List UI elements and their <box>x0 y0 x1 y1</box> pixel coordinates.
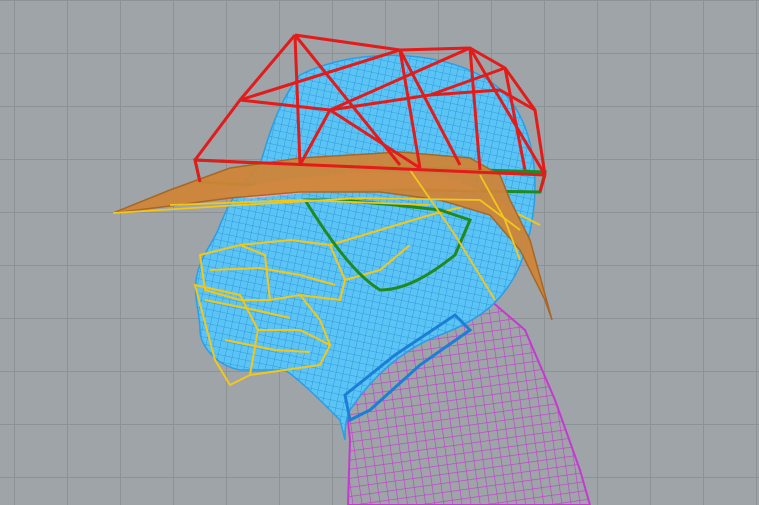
3d-viewport[interactable] <box>0 0 759 505</box>
wireframe-model[interactable] <box>0 0 759 505</box>
